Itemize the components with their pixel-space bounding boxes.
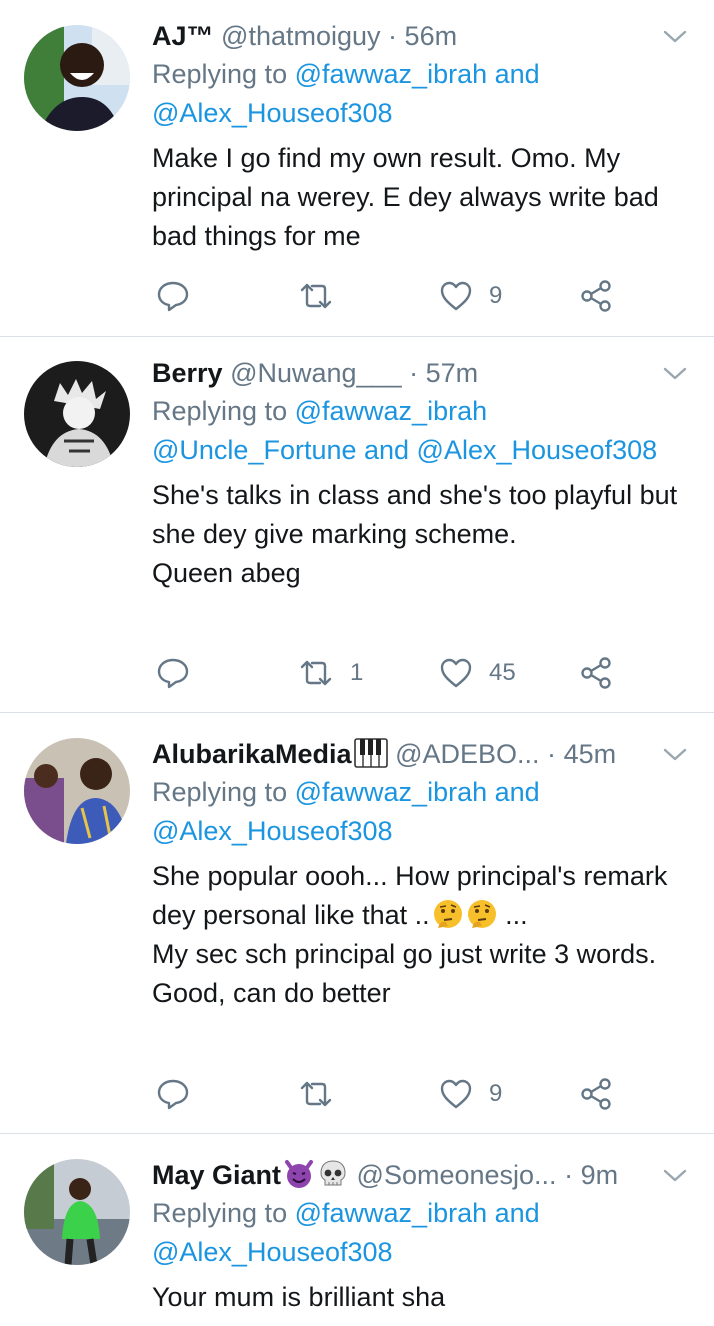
like-button[interactable]: 45: [439, 653, 516, 693]
avatar[interactable]: [24, 1159, 130, 1265]
tweet-header: AJ™ @thatmoiguy · 56m: [152, 17, 690, 55]
separator-dot: ·: [547, 739, 557, 769]
timestamp[interactable]: 56m: [405, 21, 458, 51]
avatar[interactable]: [24, 361, 130, 467]
separator-dot: ·: [564, 1160, 574, 1190]
tweet-text: She popular oooh... How principal's rema…: [152, 857, 690, 1013]
tweet-text-rest: My sec sch principal go just write 3 wor…: [152, 939, 657, 1008]
replying-to-label: Replying to: [152, 396, 288, 426]
tweet-text: Make I go find my own result. Omo. My pr…: [152, 143, 659, 251]
retweet-button[interactable]: 1: [298, 653, 363, 693]
retweet-button[interactable]: [298, 1074, 350, 1114]
tweet-item[interactable]: Berry @Nuwang___ · 57m Replying to @faww…: [0, 337, 714, 713]
skull-icon: [317, 1158, 349, 1190]
tweet-content: May Giant @Someonesjo... · 9m Replying t…: [152, 1156, 690, 1317]
like-count: 45: [489, 659, 516, 686]
avatar[interactable]: [24, 738, 130, 844]
replying-to-label: Replying to: [152, 1198, 288, 1228]
tweet-actions: 1 45: [152, 653, 672, 693]
reply-button[interactable]: [156, 1074, 206, 1114]
user-handle[interactable]: @ADEBO...: [395, 739, 539, 769]
share-button[interactable]: [579, 276, 613, 316]
heart-icon: [439, 656, 473, 690]
timeline: AJ™ @thatmoiguy · 56m Replying to @fawwa…: [0, 0, 714, 1326]
user-handle[interactable]: @Nuwang___: [230, 358, 402, 388]
tweet-content: AlubarikaMedia @ADEBO... · 45m Replying …: [152, 735, 690, 1013]
heart-icon: [439, 279, 473, 313]
chevron-down-icon[interactable]: [660, 358, 690, 388]
replying-to: Replying to @fawwaz_ibrah and @Alex_Hous…: [152, 1194, 690, 1272]
timestamp[interactable]: 57m: [426, 358, 479, 388]
timestamp[interactable]: 9m: [581, 1160, 619, 1190]
tweet-text: She's talks in class and she's too playf…: [152, 480, 678, 588]
tweet-item[interactable]: May Giant @Someonesjo... · 9m Replying t…: [0, 1134, 714, 1326]
smiling-devil-icon: [283, 1158, 315, 1190]
share-icon: [579, 279, 613, 313]
piano-keys-icon: [353, 737, 388, 769]
tweet-header: Berry @Nuwang___ · 57m: [152, 354, 690, 392]
tweet-header: May Giant @Someonesjo... · 9m: [152, 1156, 690, 1194]
like-count: 9: [489, 282, 503, 309]
thinking-face-icon: [466, 898, 498, 930]
reply-icon: [156, 279, 190, 313]
tweet-content: Berry @Nuwang___ · 57m Replying to @faww…: [152, 354, 690, 593]
display-name[interactable]: AlubarikaMedia: [152, 739, 352, 769]
replying-to: Replying to @fawwaz_ibrah and @Alex_Hous…: [152, 55, 690, 133]
tweet-text-line: She popular oooh... How principal's rema…: [152, 861, 668, 930]
tweet-actions: 9: [152, 1074, 672, 1114]
retweet-icon: [298, 656, 334, 690]
share-button[interactable]: [579, 653, 613, 693]
tweet-item[interactable]: AlubarikaMedia @ADEBO... · 45m Replying …: [0, 713, 714, 1134]
chevron-down-icon[interactable]: [660, 1160, 690, 1190]
replying-to-label: Replying to: [152, 777, 288, 807]
retweet-icon: [298, 1077, 334, 1111]
tweet-text: Your mum is brilliant sha: [152, 1282, 446, 1312]
user-handle[interactable]: @thatmoiguy: [221, 21, 380, 51]
share-icon: [579, 1077, 613, 1111]
user-handle[interactable]: @Someonesjo...: [357, 1160, 557, 1190]
retweet-count: 1: [350, 659, 364, 686]
heart-icon: [439, 1077, 473, 1111]
display-name[interactable]: May Giant: [152, 1160, 281, 1190]
separator-dot: ·: [409, 358, 419, 388]
display-name[interactable]: Berry: [152, 358, 223, 388]
reply-icon: [156, 656, 190, 690]
retweet-icon: [298, 279, 334, 313]
retweet-button[interactable]: [298, 276, 350, 316]
like-button[interactable]: 9: [439, 1074, 502, 1114]
tweet-text-suffix: ...: [497, 900, 528, 930]
reply-icon: [156, 1077, 190, 1111]
timestamp[interactable]: 45m: [564, 739, 617, 769]
replying-to-label: Replying to: [152, 59, 288, 89]
avatar[interactable]: [24, 25, 130, 131]
thinking-face-icon: [432, 898, 464, 930]
share-icon: [579, 656, 613, 690]
separator-dot: ·: [388, 21, 398, 51]
tweet-item[interactable]: AJ™ @thatmoiguy · 56m Replying to @fawwa…: [0, 0, 714, 337]
tweet-header: AlubarikaMedia @ADEBO... · 45m: [152, 735, 690, 773]
reply-button[interactable]: [156, 653, 206, 693]
reply-button[interactable]: [156, 276, 206, 316]
share-button[interactable]: [579, 1074, 613, 1114]
chevron-down-icon[interactable]: [660, 21, 690, 51]
tweet-actions: 9: [152, 276, 672, 316]
replying-to: Replying to @fawwaz_ibrah and @Alex_Hous…: [152, 773, 690, 851]
replying-to: Replying to @fawwaz_ibrah @Uncle_Fortune…: [152, 392, 690, 470]
chevron-down-icon[interactable]: [660, 739, 690, 769]
display-name[interactable]: AJ™: [152, 21, 214, 51]
tweet-content: AJ™ @thatmoiguy · 56m Replying to @fawwa…: [152, 17, 690, 256]
like-count: 9: [489, 1080, 503, 1107]
like-button[interactable]: 9: [439, 276, 502, 316]
